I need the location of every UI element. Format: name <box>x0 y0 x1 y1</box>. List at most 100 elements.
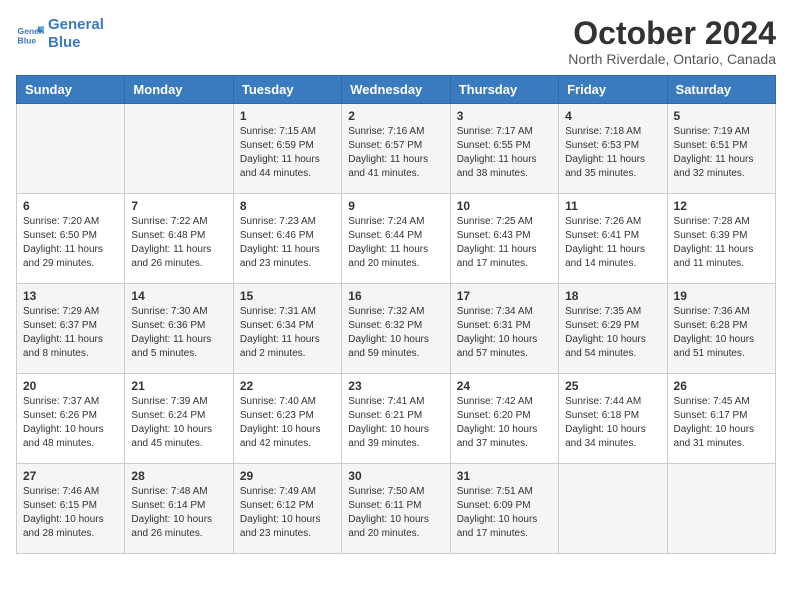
day-number: 19 <box>674 289 769 303</box>
day-number: 27 <box>23 469 118 483</box>
calendar-cell: 15Sunrise: 7:31 AM Sunset: 6:34 PM Dayli… <box>233 284 341 374</box>
day-info: Sunrise: 7:49 AM Sunset: 6:12 PM Dayligh… <box>240 485 335 541</box>
day-number: 17 <box>457 289 552 303</box>
col-wednesday: Wednesday <box>342 76 450 104</box>
day-number: 9 <box>348 199 443 213</box>
day-info: Sunrise: 7:48 AM Sunset: 6:14 PM Dayligh… <box>131 485 226 541</box>
day-number: 13 <box>23 289 118 303</box>
day-info: Sunrise: 7:50 AM Sunset: 6:11 PM Dayligh… <box>348 485 443 541</box>
day-number: 29 <box>240 469 335 483</box>
calendar-cell: 5 Sunrise: 7:19 AM Sunset: 6:51 PM Daylig… <box>667 104 775 194</box>
day-number: 16 <box>348 289 443 303</box>
week-row-3: 13 Sunrise: 7:29 AM Sunset: 6:37 PM Dayli… <box>17 284 776 374</box>
day-info: Sunrise: 7:46 AM Sunset: 6:15 PM Dayligh… <box>23 485 118 541</box>
day-info: Sunrise: 7:19 AM Sunset: 6:51 PM Dayligh… <box>674 125 769 181</box>
day-number: 8 <box>240 199 335 213</box>
day-number: 4 <box>565 109 660 123</box>
day-number: 21 <box>131 379 226 393</box>
col-friday: Friday <box>559 76 667 104</box>
day-number: 6 <box>23 199 118 213</box>
calendar-cell: 3 Sunrise: 7:17 AM Sunset: 6:55 PM Daylig… <box>450 104 558 194</box>
day-info: Sunrise: 7:23 AM Sunset: 6:46 PM Dayligh… <box>240 215 335 271</box>
day-number: 31 <box>457 469 552 483</box>
day-number: 5 <box>674 109 769 123</box>
day-info: Sunrise: 7:18 AM Sunset: 6:53 PM Dayligh… <box>565 125 660 181</box>
day-number: 18 <box>565 289 660 303</box>
calendar-cell: 29 Sunrise: 7:49 AM Sunset: 6:12 PM Dayli… <box>233 464 341 554</box>
day-number: 14 <box>131 289 226 303</box>
week-row-4: 20Sunrise: 7:37 AM Sunset: 6:26 PM Dayli… <box>17 374 776 464</box>
calendar-cell <box>17 104 125 194</box>
calendar-cell: 24 Sunrise: 7:42 AM Sunset: 6:20 PM Dayli… <box>450 374 558 464</box>
day-info: Sunrise: 7:26 AM Sunset: 6:41 PM Dayligh… <box>565 215 660 271</box>
calendar-cell: 11Sunrise: 7:26 AM Sunset: 6:41 PM Dayli… <box>559 194 667 284</box>
day-info: Sunrise: 7:44 AM Sunset: 6:18 PM Dayligh… <box>565 395 660 451</box>
day-info: Sunrise: 7:32 AM Sunset: 6:32 PM Dayligh… <box>348 305 443 361</box>
day-number: 3 <box>457 109 552 123</box>
day-info: Sunrise: 7:30 AM Sunset: 6:36 PM Dayligh… <box>131 305 226 361</box>
calendar-cell: 14 Sunrise: 7:30 AM Sunset: 6:36 PM Dayli… <box>125 284 233 374</box>
day-number: 24 <box>457 379 552 393</box>
svg-text:Blue: Blue <box>18 35 37 45</box>
calendar-cell: 18Sunrise: 7:35 AM Sunset: 6:29 PM Dayli… <box>559 284 667 374</box>
day-info: Sunrise: 7:45 AM Sunset: 6:17 PM Dayligh… <box>674 395 769 451</box>
calendar-cell: 17 Sunrise: 7:34 AM Sunset: 6:31 PM Dayli… <box>450 284 558 374</box>
title-block: October 2024 North Riverdale, Ontario, C… <box>568 16 776 67</box>
day-info: Sunrise: 7:34 AM Sunset: 6:31 PM Dayligh… <box>457 305 552 361</box>
logo-text-line1: General <box>48 16 104 34</box>
day-info: Sunrise: 7:16 AM Sunset: 6:57 PM Dayligh… <box>348 125 443 181</box>
calendar-cell: 21Sunrise: 7:39 AM Sunset: 6:24 PM Dayli… <box>125 374 233 464</box>
month-title: October 2024 <box>568 16 776 51</box>
day-info: Sunrise: 7:37 AM Sunset: 6:26 PM Dayligh… <box>23 395 118 451</box>
day-info: Sunrise: 7:36 AM Sunset: 6:28 PM Dayligh… <box>674 305 769 361</box>
week-row-5: 27 Sunrise: 7:46 AM Sunset: 6:15 PM Dayli… <box>17 464 776 554</box>
calendar-cell: 12 Sunrise: 7:28 AM Sunset: 6:39 PM Dayli… <box>667 194 775 284</box>
day-number: 23 <box>348 379 443 393</box>
day-info: Sunrise: 7:24 AM Sunset: 6:44 PM Dayligh… <box>348 215 443 271</box>
page-header: General Blue General Blue October 2024 N… <box>16 16 776 67</box>
day-info: Sunrise: 7:15 AM Sunset: 6:59 PM Dayligh… <box>240 125 335 181</box>
week-row-2: 6 Sunrise: 7:20 AM Sunset: 6:50 PM Daylig… <box>17 194 776 284</box>
col-tuesday: Tuesday <box>233 76 341 104</box>
calendar-cell: 10Sunrise: 7:25 AM Sunset: 6:43 PM Dayli… <box>450 194 558 284</box>
day-info: Sunrise: 7:29 AM Sunset: 6:37 PM Dayligh… <box>23 305 118 361</box>
day-number: 2 <box>348 109 443 123</box>
day-number: 12 <box>674 199 769 213</box>
day-info: Sunrise: 7:41 AM Sunset: 6:21 PM Dayligh… <box>348 395 443 451</box>
calendar-table: Sunday Monday Tuesday Wednesday Thursday… <box>16 75 776 554</box>
col-saturday: Saturday <box>667 76 775 104</box>
day-info: Sunrise: 7:42 AM Sunset: 6:20 PM Dayligh… <box>457 395 552 451</box>
calendar-cell: 16 Sunrise: 7:32 AM Sunset: 6:32 PM Dayli… <box>342 284 450 374</box>
logo-icon: General Blue <box>16 20 44 48</box>
day-number: 28 <box>131 469 226 483</box>
calendar-cell: 6 Sunrise: 7:20 AM Sunset: 6:50 PM Daylig… <box>17 194 125 284</box>
day-info: Sunrise: 7:51 AM Sunset: 6:09 PM Dayligh… <box>457 485 552 541</box>
calendar-cell: 8 Sunrise: 7:23 AM Sunset: 6:46 PM Daylig… <box>233 194 341 284</box>
day-info: Sunrise: 7:22 AM Sunset: 6:48 PM Dayligh… <box>131 215 226 271</box>
logo: General Blue General Blue <box>16 16 104 52</box>
day-info: Sunrise: 7:17 AM Sunset: 6:55 PM Dayligh… <box>457 125 552 181</box>
day-info: Sunrise: 7:20 AM Sunset: 6:50 PM Dayligh… <box>23 215 118 271</box>
day-info: Sunrise: 7:25 AM Sunset: 6:43 PM Dayligh… <box>457 215 552 271</box>
day-number: 25 <box>565 379 660 393</box>
calendar-cell: 27 Sunrise: 7:46 AM Sunset: 6:15 PM Dayli… <box>17 464 125 554</box>
calendar-cell: 22Sunrise: 7:40 AM Sunset: 6:23 PM Dayli… <box>233 374 341 464</box>
calendar-cell <box>125 104 233 194</box>
calendar-cell: 20Sunrise: 7:37 AM Sunset: 6:26 PM Dayli… <box>17 374 125 464</box>
day-number: 7 <box>131 199 226 213</box>
day-number: 15 <box>240 289 335 303</box>
day-info: Sunrise: 7:28 AM Sunset: 6:39 PM Dayligh… <box>674 215 769 271</box>
calendar-cell: 30Sunrise: 7:50 AM Sunset: 6:11 PM Dayli… <box>342 464 450 554</box>
calendar-cell: 13 Sunrise: 7:29 AM Sunset: 6:37 PM Dayli… <box>17 284 125 374</box>
calendar-cell: 4 Sunrise: 7:18 AM Sunset: 6:53 PM Daylig… <box>559 104 667 194</box>
calendar-cell: 7 Sunrise: 7:22 AM Sunset: 6:48 PM Daylig… <box>125 194 233 284</box>
calendar-cell: 19 Sunrise: 7:36 AM Sunset: 6:28 PM Dayli… <box>667 284 775 374</box>
calendar-cell: 25 Sunrise: 7:44 AM Sunset: 6:18 PM Dayli… <box>559 374 667 464</box>
calendar-cell <box>667 464 775 554</box>
day-number: 1 <box>240 109 335 123</box>
day-number: 22 <box>240 379 335 393</box>
col-monday: Monday <box>125 76 233 104</box>
col-thursday: Thursday <box>450 76 558 104</box>
calendar-cell: 2 Sunrise: 7:16 AM Sunset: 6:57 PM Daylig… <box>342 104 450 194</box>
calendar-cell: 1 Sunrise: 7:15 AM Sunset: 6:59 PM Daylig… <box>233 104 341 194</box>
